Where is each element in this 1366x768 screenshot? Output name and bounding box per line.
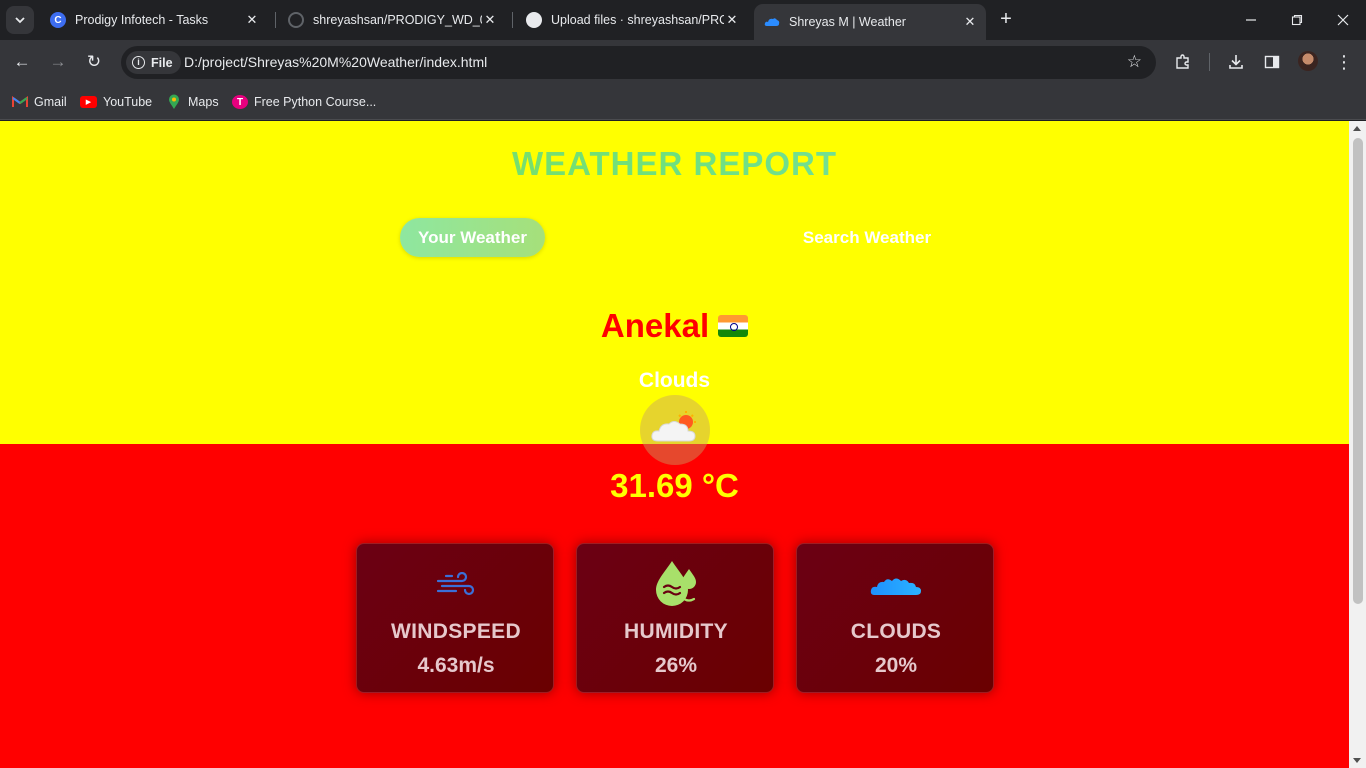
browser-tab-github-upload[interactable]: Upload files · shreyashsan/PRODIGY_WD_04… — [520, 0, 746, 40]
reload-icon: ↻ — [86, 52, 102, 71]
bookmark-free-python-course[interactable]: T Free Python Course... — [232, 93, 376, 111]
gmail-icon — [12, 95, 28, 109]
bookmark-label: YouTube — [103, 95, 153, 109]
city-name: Anekal — [600, 307, 710, 344]
back-button[interactable]: ← — [8, 48, 36, 76]
prodigy-favicon-icon: C — [50, 12, 66, 28]
weather-description: Clouds — [638, 369, 711, 392]
bookmark-label: Free Python Course... — [254, 95, 377, 109]
browser-tab-prodigy[interactable]: C Prodigy Infotech - Tasks ✕ — [44, 0, 266, 40]
bookmark-youtube[interactable]: ▶ YouTube — [80, 93, 152, 111]
browser-toolbar: ← → ↻ i File D:/project/Shreyas%20M%20We… — [0, 40, 1366, 85]
page-title: WEATHER REPORT — [0, 145, 1349, 183]
humidity-value: 26% — [654, 654, 698, 677]
tab-divider — [275, 12, 276, 28]
page-scrollbar[interactable] — [1349, 121, 1366, 768]
scroll-up-arrow-icon[interactable] — [1353, 126, 1361, 131]
tab-search-weather[interactable]: Search Weather — [778, 218, 956, 257]
loading-favicon-icon — [288, 12, 304, 28]
clouds-value: 20% — [874, 654, 918, 677]
browser-tab-title: Shreyas M | Weather — [789, 15, 906, 29]
close-window-button[interactable] — [1320, 0, 1366, 40]
close-tab-icon[interactable]: ✕ — [244, 12, 260, 28]
scroll-down-arrow-icon[interactable] — [1353, 758, 1361, 763]
close-tab-icon[interactable]: ✕ — [482, 12, 498, 28]
india-flag-icon — [718, 315, 749, 337]
extensions-button[interactable] — [1170, 49, 1196, 75]
scrollbar-thumb[interactable] — [1353, 138, 1363, 604]
windspeed-label: WINDSPEED — [391, 620, 521, 643]
bookmark-label: Gmail — [34, 95, 67, 109]
side-panel-button[interactable] — [1259, 49, 1285, 75]
chevron-down-icon — [15, 17, 25, 24]
forward-button[interactable]: → — [44, 48, 72, 76]
humidity-card: HUMIDITY 26% — [576, 543, 774, 693]
maps-pin-icon — [166, 94, 182, 109]
partly-cloudy-sun-icon — [651, 411, 696, 442]
site-info-chip[interactable]: i File — [126, 51, 181, 74]
cloud-icon — [870, 578, 921, 595]
wind-icon — [436, 572, 475, 596]
humidity-drop-icon — [656, 561, 696, 606]
windspeed-value: 4.63m/s — [417, 654, 495, 677]
browser-tab-title: shreyashsan/PRODIGY_WD_04 — [313, 13, 482, 27]
url-text[interactable]: D:/project/Shreyas%20M%20Weather/index.h… — [184, 54, 487, 70]
minimize-icon — [1246, 19, 1256, 21]
browser-tab-title: Upload files · shreyashsan/PRODIGY_WD_04 — [551, 13, 724, 27]
new-tab-button[interactable]: + — [994, 8, 1018, 32]
github-favicon-icon — [526, 12, 542, 28]
minimize-window-button[interactable] — [1228, 0, 1274, 40]
puzzle-icon — [1176, 54, 1189, 69]
bookmark-star-icon[interactable]: ☆ — [1127, 52, 1142, 72]
bookmarks-bar: Gmail ▶ YouTube Maps T Free Python Cours… — [0, 85, 1366, 120]
more-vertical-icon: ⋮ — [1335, 51, 1353, 72]
clouds-card: CLOUDS 20% — [796, 543, 994, 693]
restore-icon — [1291, 14, 1303, 26]
info-icon: i — [132, 56, 145, 69]
download-icon — [1229, 55, 1243, 69]
browser-tab-github-repo[interactable]: shreyashsan/PRODIGY_WD_04 ✕ — [282, 0, 504, 40]
temperature-value: 31.69 °C — [610, 467, 739, 504]
windspeed-card: WINDSPEED 4.63m/s — [356, 543, 554, 693]
tab-your-weather[interactable]: Your Weather — [400, 218, 545, 257]
bookmark-maps[interactable]: Maps — [166, 93, 219, 111]
clouds-label: CLOUDS — [850, 620, 942, 643]
downloads-button[interactable] — [1223, 49, 1249, 75]
arrow-left-icon: ← — [13, 52, 31, 71]
browser-tabstrip: C Prodigy Infotech - Tasks ✕ shreyashsan… — [0, 0, 1366, 40]
tab-search-dropdown-button[interactable] — [6, 6, 34, 34]
location-row: Anekal — [0, 307, 1349, 345]
tab-divider — [512, 12, 513, 28]
restore-window-button[interactable] — [1274, 0, 1320, 40]
humidity-label: HUMIDITY — [624, 620, 728, 643]
site-info-label: File — [151, 55, 173, 70]
arrow-right-icon: → — [49, 52, 67, 71]
reload-button[interactable]: ↻ — [80, 48, 108, 76]
page-viewport: WEATHER REPORT Your Weather Search Weath… — [0, 121, 1349, 768]
cloud-favicon-icon — [764, 18, 780, 26]
course-logo-icon: T — [232, 95, 248, 109]
bookmark-label: Maps — [188, 95, 219, 109]
youtube-icon: ▶ — [80, 96, 97, 108]
side-panel-icon — [1264, 55, 1280, 69]
profile-avatar[interactable] — [1298, 51, 1318, 71]
toolbar-divider — [1209, 53, 1210, 71]
bookmark-gmail[interactable]: Gmail — [12, 93, 67, 111]
close-tab-icon[interactable]: ✕ — [724, 12, 740, 28]
browser-tab-weather[interactable]: Shreyas M | Weather ✕ — [754, 4, 986, 40]
address-bar[interactable]: i File D:/project/Shreyas%20M%20Weather/… — [121, 46, 1156, 79]
chrome-menu-button[interactable]: ⋮ — [1331, 49, 1357, 75]
close-icon — [1337, 14, 1349, 26]
close-tab-icon[interactable]: ✕ — [962, 14, 978, 30]
browser-tab-title: Prodigy Infotech - Tasks — [75, 13, 209, 27]
